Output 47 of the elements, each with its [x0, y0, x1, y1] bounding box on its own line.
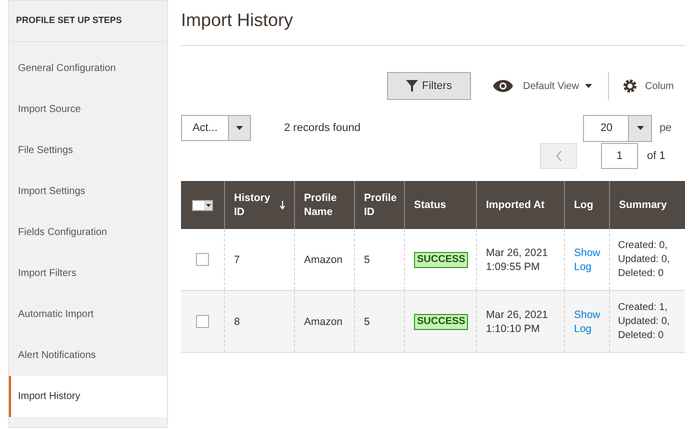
records-count: 2 records found	[284, 120, 360, 136]
show-log-link[interactable]: Show Log	[574, 308, 600, 336]
columns-button[interactable]: Colum	[622, 78, 674, 94]
filter-icon	[406, 80, 418, 92]
previous-page-button[interactable]	[540, 143, 577, 169]
show-log-link[interactable]: Show Log	[574, 246, 600, 274]
table-cell-text: Mar 26, 2021 1:09:55 PM	[486, 246, 549, 274]
sidebar-item[interactable]: Automatic Import	[9, 294, 167, 335]
per-page-dropdown[interactable]: 20	[583, 114, 652, 142]
table-cell-text: Mar 26, 2021 1:10:10 PM	[486, 308, 549, 336]
sidebar-item[interactable]: Import Source	[9, 89, 167, 130]
actions-dropdown[interactable]: Act...	[181, 115, 251, 141]
sidebar-title: PROFILE SET UP STEPS	[9, 1, 167, 42]
table-cell: 5	[364, 252, 370, 266]
sidebar-item[interactable]: Alert Notifications	[9, 335, 167, 376]
sidebar-item[interactable]: Import History	[9, 376, 167, 417]
chevron-left-icon	[556, 151, 562, 161]
caret-icon	[206, 204, 210, 206]
status-badge: SUCCESS	[414, 314, 468, 330]
eye-icon	[493, 80, 513, 92]
table-cell-text: Created: 0, Updated: 0, Deleted: 0	[618, 238, 671, 280]
caret-icon	[236, 126, 243, 130]
sidebar-item[interactable]: File Settings	[9, 130, 167, 171]
sidebar-item[interactable]: Fields Configuration	[9, 212, 167, 253]
status-badge: SUCCESS	[414, 252, 468, 268]
table-cell: 5	[364, 314, 370, 328]
table-cell-text: Created: 1, Updated: 0, Deleted: 0	[618, 300, 671, 342]
page-total: of 1	[647, 148, 666, 164]
view-dropdown[interactable]: Default View	[493, 78, 592, 94]
table-cell: Amazon	[304, 252, 343, 266]
sidebar-item[interactable]: Import Settings	[9, 171, 167, 212]
table-cell: 8	[234, 314, 240, 328]
caret-icon	[584, 84, 592, 88]
sort-arrow-icon	[280, 200, 285, 210]
checkbox-square[interactable]	[193, 200, 204, 210]
table-cell: 7	[234, 252, 240, 266]
page-title: Import History	[181, 0, 685, 46]
page-number-field[interactable]: 1	[601, 143, 638, 169]
per-page-label: pe	[659, 120, 672, 136]
sidebar-item[interactable]: Import Filters	[9, 253, 167, 294]
sidebar-item[interactable]: General Configuration	[9, 48, 167, 89]
table-cell: Amazon	[304, 314, 343, 328]
caret-icon	[636, 126, 644, 130]
gear-icon	[622, 79, 637, 93]
row-checkbox[interactable]	[196, 315, 209, 328]
row-checkbox[interactable]	[196, 253, 209, 266]
filters-button[interactable]: Filters	[387, 72, 471, 100]
